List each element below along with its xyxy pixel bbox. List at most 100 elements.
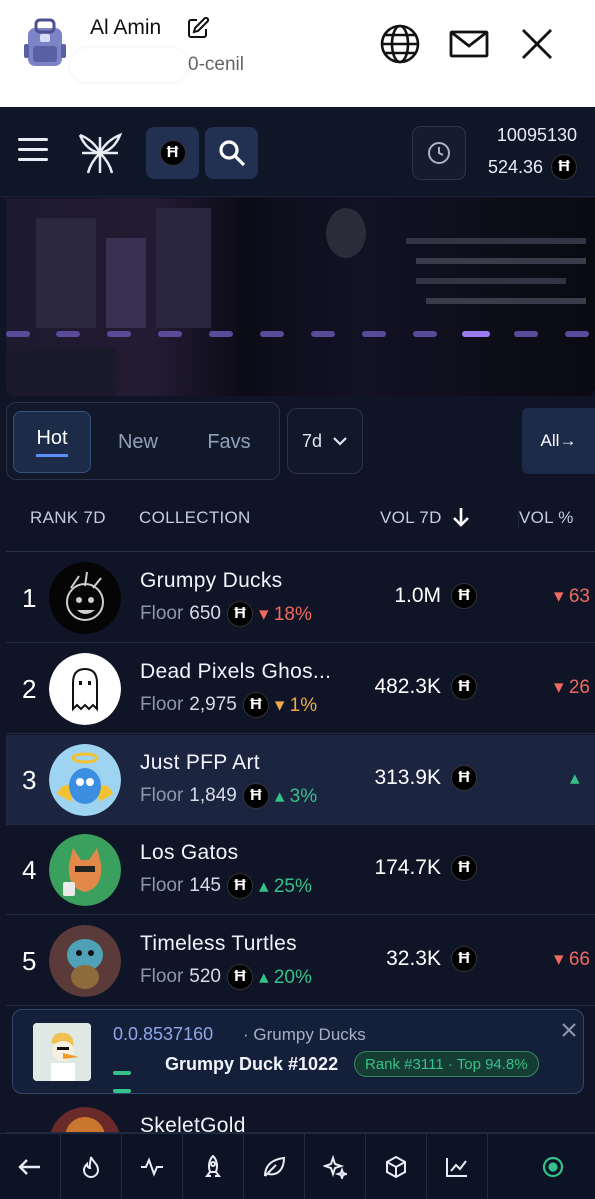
table-row[interactable]: 4 Los Gatos Floor 145 Ħ ▴ 25% 174.7K Ħ [6, 825, 595, 915]
clock-icon [428, 142, 450, 164]
collection-floor: Floor 2,975 Ħ ▾ 1% [140, 692, 317, 718]
floor-change: ▴ 3% [274, 785, 318, 807]
carousel-dot-active[interactable] [462, 331, 490, 337]
carousel-dot[interactable] [6, 331, 30, 337]
tab-favs[interactable]: Favs [187, 411, 271, 473]
table-row[interactable]: SkeletGold [6, 1098, 595, 1133]
nav-sparkles[interactable] [305, 1134, 366, 1199]
table-row[interactable]: 2 Dead Pixels Ghos... Floor 2,975 Ħ ▾ 1%… [6, 644, 595, 734]
table-header: RANK 7D COLLECTION VOL 7D VOL % [6, 484, 595, 552]
row-rank: 4 [22, 855, 37, 885]
column-collection[interactable]: COLLECTION [139, 508, 251, 528]
row-rank: 2 [22, 674, 37, 704]
search-icon [218, 140, 245, 167]
carousel-dot[interactable] [158, 331, 182, 337]
app-header [0, 107, 595, 197]
hbar-icon: Ħ [451, 583, 477, 609]
nav-back[interactable] [0, 1134, 61, 1199]
carousel-dot[interactable] [514, 331, 538, 337]
carousel-dot[interactable] [362, 331, 386, 337]
cube-icon [386, 1155, 406, 1179]
floor-label: Floor [140, 966, 184, 987]
vol-pct-value: 66 [568, 949, 590, 970]
nav-launch[interactable] [183, 1134, 244, 1199]
activity-indicator [113, 1062, 155, 1093]
vol-pct-value: 63 [568, 586, 590, 607]
carousel-dot[interactable] [413, 331, 437, 337]
nav-activity[interactable] [122, 1134, 183, 1199]
backpack-avatar-icon[interactable] [22, 18, 68, 70]
vol-pct-value: 26 [568, 677, 590, 698]
nft-thumbnail [33, 1023, 91, 1081]
bottom-nav [0, 1133, 595, 1199]
collection-name: Grumpy Ducks [140, 569, 283, 592]
search-button[interactable] [205, 127, 258, 179]
close-icon[interactable] [559, 1020, 579, 1040]
nav-live[interactable] [488, 1134, 595, 1199]
close-icon[interactable] [515, 22, 559, 66]
row-rank: 1 [22, 583, 37, 613]
token-id[interactable]: 0.0.8537160 [113, 1024, 213, 1045]
all-button[interactable]: All→ [522, 408, 595, 474]
period-value: 7d [301, 430, 323, 451]
hbar-icon: Ħ [551, 154, 577, 180]
tab-hot[interactable]: Hot [13, 411, 91, 473]
carousel-dot[interactable] [311, 331, 335, 337]
table-row[interactable]: 1 Grumpy Ducks Floor 650 Ħ ▾ 18% 1.0M Ħ … [6, 553, 595, 643]
account-id: 0-cenil [70, 48, 244, 82]
column-vol[interactable]: VOL 7D [380, 508, 442, 528]
collection-name: Timeless Turtles [140, 932, 297, 955]
collection-volume: 1.0M Ħ [394, 583, 477, 609]
edit-icon[interactable] [186, 16, 210, 40]
nav-eco[interactable] [244, 1134, 305, 1199]
account-bar: Al Amin 0-cenil [0, 0, 595, 107]
floor-label: Floor [140, 875, 184, 896]
rank-badge: Rank #3111 · Top 94.8% [354, 1051, 539, 1077]
featured-banner[interactable] [6, 198, 595, 396]
rocket-icon [205, 1155, 221, 1177]
volume-percent: ▴ [570, 768, 580, 789]
logo-icon[interactable] [76, 129, 124, 177]
floor-value: 2,975 [189, 694, 237, 715]
table-row[interactable]: 5 Timeless Turtles Floor 520 Ħ ▴ 20% 32.… [6, 916, 595, 1006]
nft-name: Grumpy Duck #1022 [165, 1054, 339, 1074]
sale-notification[interactable]: 0.0.8537160 · Grumpy Ducks Grumpy Duck #… [12, 1009, 584, 1094]
carousel-dot[interactable] [56, 331, 80, 337]
sort-down-arrow-icon[interactable] [452, 506, 470, 528]
mail-icon[interactable] [447, 22, 491, 66]
tab-new[interactable]: New [99, 411, 177, 473]
floor-label: Floor [140, 603, 184, 624]
nav-hot[interactable] [61, 1134, 122, 1199]
table-row[interactable]: 3 Just PFP Art Floor 1,849 Ħ ▴ 3% 313.9K… [6, 735, 595, 825]
carousel-dot[interactable] [209, 331, 233, 337]
carousel-dot[interactable] [107, 331, 131, 337]
hbar-token-button[interactable]: Ħ [146, 127, 199, 179]
history-button[interactable] [412, 126, 466, 180]
period-select[interactable]: 7d [287, 408, 363, 474]
globe-icon[interactable] [378, 22, 422, 66]
fire-icon [82, 1156, 100, 1178]
wallet-number: 10095130 [496, 125, 577, 145]
column-vol-pct[interactable]: VOL % [518, 508, 574, 528]
carousel-dot[interactable] [565, 331, 589, 337]
activity-icon [141, 1157, 163, 1177]
column-rank[interactable]: RANK 7D [30, 508, 106, 528]
row-rank: 5 [22, 946, 37, 976]
floor-change: ▴ 20% [259, 966, 312, 988]
hbar-icon: Ħ [451, 674, 477, 700]
menu-icon[interactable] [18, 138, 48, 162]
hbar-icon: Ħ [227, 964, 253, 990]
redacted-region [70, 48, 188, 82]
floor-label: Floor [140, 785, 184, 806]
volume-percent: ▾ 26 [554, 677, 590, 698]
collection-floor: Floor 1,849 Ħ ▴ 3% [140, 783, 317, 809]
floor-change-value: 25% [273, 875, 312, 897]
nav-stats[interactable] [427, 1134, 488, 1199]
carousel-dot[interactable] [260, 331, 284, 337]
floor-change-value: 1% [289, 694, 318, 716]
nav-3d[interactable] [366, 1134, 427, 1199]
hbar-icon: Ħ [227, 601, 253, 627]
hbar-icon: Ħ [227, 873, 253, 899]
collection-avatar [49, 834, 121, 906]
collection-avatar [50, 1107, 120, 1132]
